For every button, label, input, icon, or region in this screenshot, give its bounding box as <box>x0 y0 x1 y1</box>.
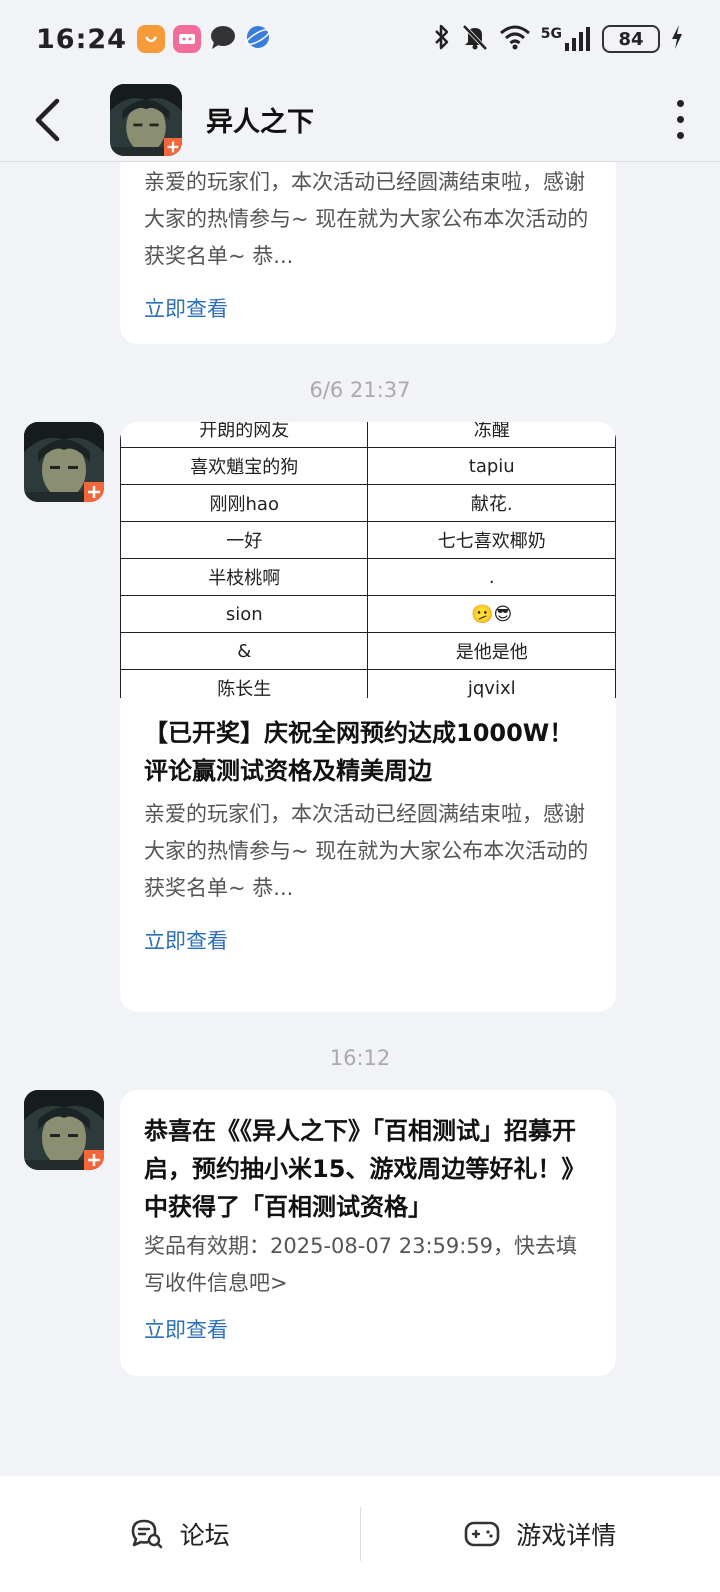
message-list[interactable]: 亲爱的玩家们，本次活动已经圆满结束啦，感谢大家的热情参与~ 现在就为大家公布本次… <box>0 162 720 1476</box>
message-card[interactable]: 开朗的网友 冻醒 喜欢魈宝的狗 tapiu 刚刚hao 献花. 一好 七七喜欢椰奶 半枝桃啊. s… <box>120 422 616 1012</box>
winner-table: 开朗的网友 冻醒 喜欢魈宝的狗 tapiu 刚刚hao 献花. 一好 七七喜欢椰奶 半枝桃啊. s… <box>120 422 616 698</box>
view-now-link[interactable]: 立即查看 <box>144 923 592 960</box>
table-row: 半枝桃啊. <box>120 558 616 596</box>
more-options-button[interactable] <box>640 78 720 162</box>
message-timestamp: 16:12 <box>329 1046 391 1070</box>
wifi-icon <box>499 24 531 54</box>
battery-indicator: 84 <box>602 25 660 53</box>
status-indicators: 5G 84 <box>433 23 684 55</box>
message-card[interactable]: 恭喜在《《异人之下》「百相测试」招募开启，预约抽小米15、游戏周边等好礼！》中获… <box>120 1090 616 1376</box>
table-cell: tapiu <box>367 447 616 485</box>
message-description: 亲爱的玩家们，本次活动已经圆满结束啦，感谢大家的热情参与~ 现在就为大家公布本次… <box>144 170 589 268</box>
sender-avatar[interactable] <box>24 422 104 502</box>
network-type: 5G <box>540 26 562 42</box>
winner-list-image[interactable]: 开朗的网友 冻醒 喜欢魈宝的狗 tapiu 刚刚hao 献花. 一好 七七喜欢椰奶 半枝桃啊. s… <box>120 422 616 698</box>
notification-icons <box>136 24 271 54</box>
more-dot-icon <box>676 132 684 139</box>
table-cell: 一好 <box>120 521 369 559</box>
table-row: sion 🫤😎 <box>120 595 616 633</box>
bilibili-icon <box>172 25 201 53</box>
more-dot-icon <box>676 116 684 123</box>
message-title: 【已开奖】庆祝全网预约达成1000W！评论赢测试资格及精美周边 <box>144 719 574 785</box>
back-button[interactable] <box>0 78 96 162</box>
view-now-link[interactable]: 立即查看 <box>144 291 592 328</box>
table-cell: 冻醒 <box>367 422 616 448</box>
status-time: 16:24 <box>36 23 127 55</box>
sender-avatar[interactable] <box>24 1090 104 1170</box>
table-cell: . <box>367 558 616 596</box>
page-title: 异人之下 <box>206 107 314 138</box>
table-cell: 半枝桃啊 <box>120 558 369 596</box>
table-row: 陈长生 jqvixl <box>120 669 616 698</box>
game-avatar[interactable] <box>110 83 182 156</box>
game-detail-label: 游戏详情 <box>516 1521 617 1550</box>
message-title: 恭喜在《《异人之下》「百相测试」招募开启，预约抽小米15、游戏周边等好礼！》中获… <box>144 1117 586 1221</box>
table-cell: 刚刚hao <box>120 484 369 522</box>
table-cell: sion <box>120 595 369 633</box>
status-bar: 16:24 5G 84 <box>0 0 720 78</box>
message-icon <box>209 24 237 54</box>
table-cell: jqvixl <box>367 669 616 698</box>
table-cell: 献花. <box>367 484 616 522</box>
back-arrow-icon <box>35 98 60 141</box>
table-cell: 陈长生 <box>120 669 369 698</box>
message-timestamp: 6/6 21:37 <box>309 378 411 402</box>
bluetooth-icon <box>433 23 451 55</box>
app-notification-icon <box>136 25 165 53</box>
message-description: 亲爱的玩家们，本次活动已经圆满结束啦，感谢大家的热情参与~ 现在就为大家公布本次… <box>144 802 589 900</box>
table-cell: 开朗的网友 <box>120 422 369 448</box>
forum-chat-icon <box>131 1519 163 1549</box>
bottom-bar: 论坛 游戏详情 <box>0 1476 720 1592</box>
charging-icon <box>670 24 684 54</box>
cell-signal-icon: 5G <box>541 26 592 52</box>
table-row: & 是他是他 <box>120 632 616 670</box>
browser-icon <box>245 24 271 54</box>
view-now-link[interactable]: 立即查看 <box>144 1312 592 1349</box>
table-cell: & <box>120 632 369 670</box>
game-detail-button[interactable]: 游戏详情 <box>361 1476 720 1592</box>
table-row: 喜欢魈宝的狗 tapiu <box>120 447 616 485</box>
table-row: 刚刚hao 献花. <box>120 484 616 522</box>
message-description: 奖品有效期：2025-08-07 23:59:59，快去填写收件信息吧> <box>144 1234 578 1295</box>
table-cell: 是他是他 <box>367 632 616 670</box>
mute-bell-icon <box>461 23 489 55</box>
table-cell: 喜欢魈宝的狗 <box>120 447 369 485</box>
message-card[interactable]: 亲爱的玩家们，本次活动已经圆满结束啦，感谢大家的热情参与~ 现在就为大家公布本次… <box>120 162 616 344</box>
table-row: 一好 七七喜欢椰奶 <box>120 521 616 559</box>
table-row: 开朗的网友 冻醒 <box>120 422 616 448</box>
table-cell: 七七喜欢椰奶 <box>367 521 616 559</box>
chat-header: 异人之下 <box>0 78 720 162</box>
table-cell: 🫤😎 <box>367 595 616 633</box>
forum-label: 论坛 <box>179 1521 230 1550</box>
more-dot-icon <box>676 100 684 107</box>
gamepad-icon <box>464 1521 500 1547</box>
forum-button[interactable]: 论坛 <box>0 1476 360 1592</box>
